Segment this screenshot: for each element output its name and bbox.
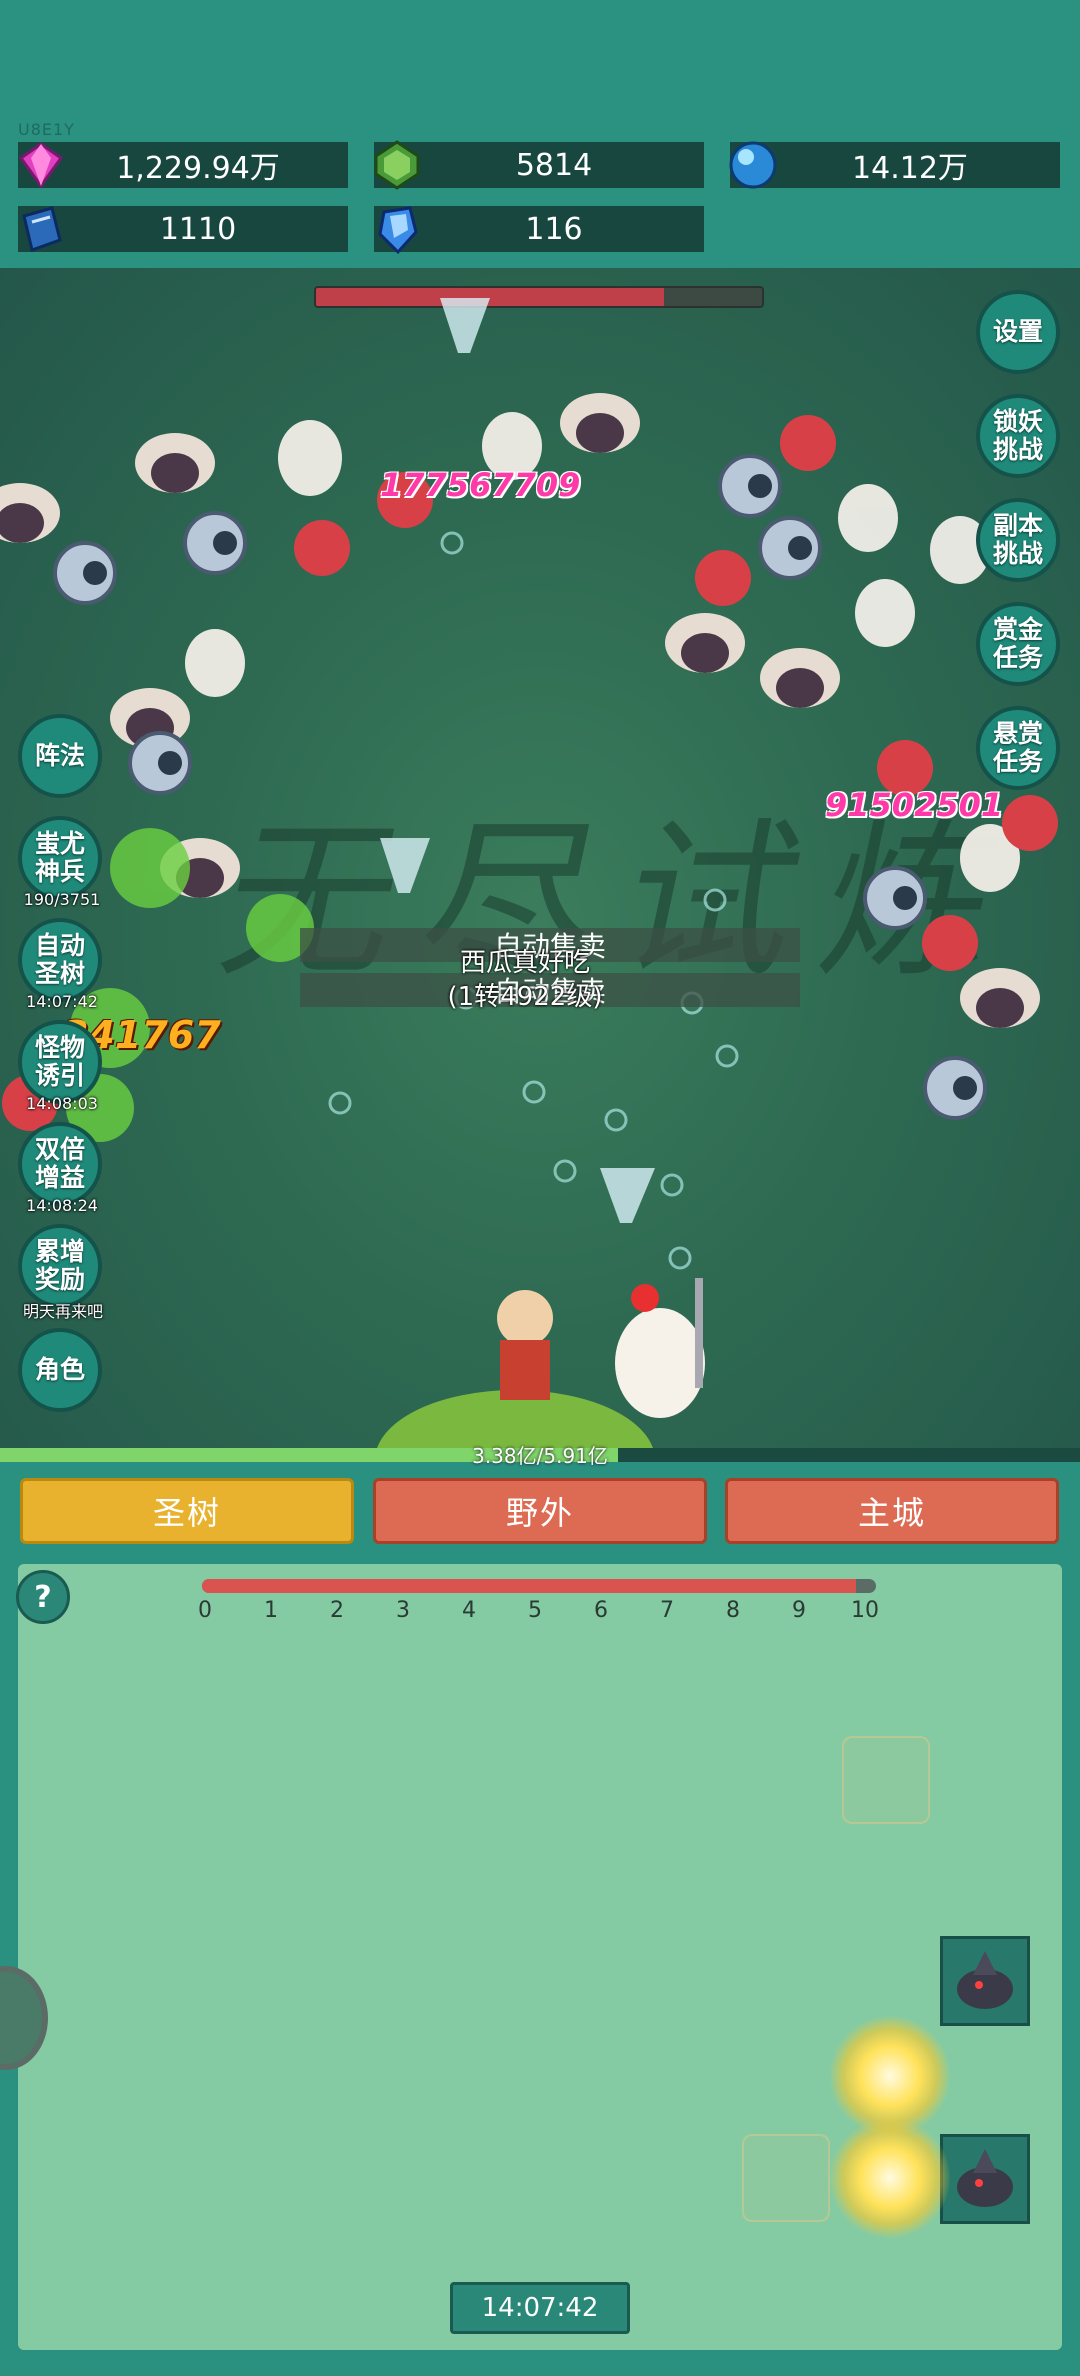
resource-book: 1110 — [18, 206, 348, 252]
reward-task-button[interactable]: 悬赏 任务 — [976, 706, 1060, 790]
ruler-tick-label: 4 — [462, 1598, 476, 1623]
damage-number: 177567709 — [380, 466, 581, 504]
tab-main-city[interactable]: 主城 — [725, 1478, 1059, 1544]
monster-lure-button[interactable]: 怪物 诱引 — [18, 1020, 102, 1104]
chiyou-weapon-button[interactable]: 蚩尤 神兵 — [18, 816, 102, 900]
tree-level-ruler — [202, 1579, 876, 1593]
help-button[interactable]: ? — [16, 1570, 70, 1624]
pink-diamond-icon — [18, 142, 64, 189]
player-uid: U8E1Y — [18, 120, 75, 139]
ruler-tick-label: 0 — [198, 1598, 212, 1623]
auto-tree-button[interactable]: 自动 圣树 — [18, 918, 102, 1002]
empty-tree-slot[interactable] — [842, 1736, 930, 1824]
auto-tree-timer: 14:07:42 — [26, 992, 98, 1011]
bounty-task-button[interactable]: 赏金 任务 — [976, 602, 1060, 686]
green-gem-icon — [374, 140, 420, 190]
cumulative-reward-status: 明天再来吧 — [22, 1302, 103, 1321]
ruler-tick-label: 6 — [594, 1598, 608, 1623]
demon-lock-challenge-button[interactable]: 锁妖 挑战 — [976, 394, 1060, 478]
double-buff-timer: 14:08:24 — [26, 1196, 98, 1215]
resource-blue-orb: 14.12万 — [729, 141, 1060, 189]
cumulative-reward-button[interactable]: 累增 奖励 — [18, 1224, 102, 1308]
ruler-tick-label: 5 — [528, 1598, 542, 1623]
crystal-value: 116 — [525, 211, 583, 247]
ruler-tick-label: 8 — [726, 1598, 740, 1623]
blue-orb-icon — [729, 141, 777, 189]
dark-beast-icon — [957, 1951, 1013, 2009]
book-value: 1110 — [159, 211, 237, 247]
player-hero — [497, 1290, 553, 1400]
chiyou-weapon-progress: 190/3751 — [23, 890, 101, 909]
damage-number: 91502501 — [825, 786, 1004, 824]
monster-lure-timer: 14:08:03 — [26, 1094, 98, 1113]
blue-book-icon — [22, 206, 62, 252]
monster-card[interactable] — [940, 2134, 1030, 2224]
settings-button[interactable]: 设置 — [976, 290, 1060, 374]
dungeon-challenge-button[interactable]: 副本 挑战 — [976, 498, 1060, 582]
player-level: (1转4922级) — [447, 982, 603, 1012]
ruler-tick-label: 3 — [396, 1598, 410, 1623]
ruler-tick-label: 9 — [792, 1598, 806, 1623]
resource-diamonds: 1,229.94万 — [18, 142, 348, 189]
rooster-pet — [615, 1278, 705, 1418]
player-label: 西瓜真好吃 (1转4922级) — [430, 946, 620, 1014]
tree-level-fill — [202, 1579, 856, 1593]
empty-tree-slot[interactable] — [742, 2134, 830, 2222]
player-name: 西瓜真好吃 — [459, 948, 590, 978]
ruler-tick-label: 7 — [660, 1598, 674, 1623]
blue-crystal-icon — [378, 206, 418, 255]
monster-swarm — [0, 298, 1058, 1460]
formation-button[interactable]: 阵法 — [18, 714, 102, 798]
tab-wilderness[interactable]: 野外 — [373, 1478, 707, 1544]
monster-card[interactable] — [940, 1936, 1030, 2026]
tab-sacred-tree[interactable]: 圣树 — [20, 1478, 354, 1544]
battle-field[interactable]: 无尽试炼 177567709 91502501 341767 自动售卖 自动售卖… — [0, 268, 1080, 1460]
tree-timer: 14:07:42 — [450, 2282, 630, 2334]
ruler-tick-label: 2 — [330, 1598, 344, 1623]
ruler-tick-label: 1 — [264, 1598, 278, 1623]
resource-green-gem: 5814 — [374, 140, 704, 190]
exp-text: 3.38亿/5.91亿 — [472, 1444, 608, 1468]
ruler-tick-label: 10 — [851, 1598, 879, 1623]
double-buff-button[interactable]: 双倍 增益 — [18, 1122, 102, 1206]
resource-header: U8E1Y 1,229.94万 5814 14.12万 1110 116 — [0, 0, 1080, 268]
green-gem-value: 5814 — [515, 147, 593, 183]
blue-orb-value: 14.12万 — [852, 151, 968, 186]
resource-crystal: 116 — [374, 206, 704, 255]
character-button[interactable]: 角色 — [18, 1328, 102, 1412]
diamonds-value: 1,229.94万 — [116, 151, 280, 186]
dark-beast-icon — [957, 2149, 1013, 2207]
golden-fruit-glow[interactable] — [830, 2118, 950, 2238]
